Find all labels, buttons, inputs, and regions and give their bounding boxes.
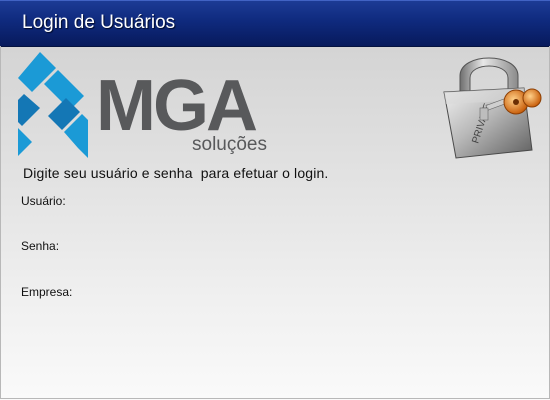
username-input[interactable] xyxy=(120,190,424,212)
mga-logo-mark xyxy=(18,52,88,158)
window-titlebar: Login de Usuários xyxy=(0,0,550,47)
password-input[interactable] xyxy=(120,235,424,257)
mga-logo-tagline: soluções xyxy=(192,134,267,155)
username-label: Usuário: xyxy=(21,194,66,208)
login-instruction: Digite seu usuário e senha para efetuar … xyxy=(23,165,329,181)
company-input[interactable] xyxy=(120,281,424,303)
mga-logo: MGA soluções xyxy=(18,52,267,158)
window-title: Login de Usuários xyxy=(22,12,176,33)
password-label: Senha: xyxy=(21,239,60,253)
company-label: Empresa: xyxy=(21,285,73,299)
padlock-icon: PRIVATE xyxy=(443,57,542,159)
